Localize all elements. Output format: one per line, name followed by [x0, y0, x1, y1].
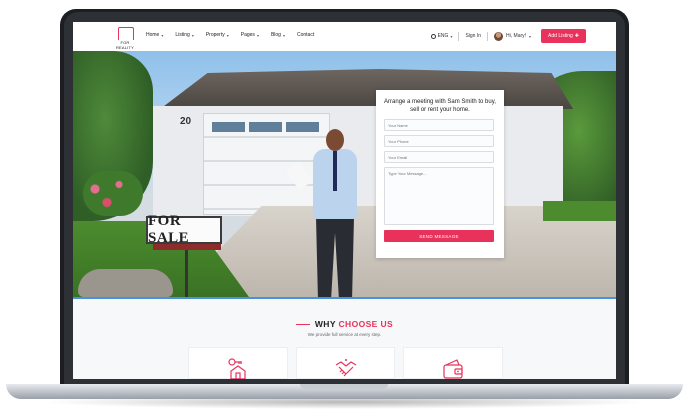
send-message-button[interactable]: SEND MESSAGE: [384, 230, 494, 242]
language-selector[interactable]: ENG ▾: [430, 33, 453, 39]
wallet-icon: [443, 359, 463, 379]
form-title: Arrange a meeting with Sam Smith to buy,…: [384, 99, 496, 113]
chevron-down-icon: ▾: [191, 32, 194, 38]
house-number: 20: [180, 116, 192, 127]
menu-label: Contact: [296, 32, 315, 38]
why-choose-us-section: WHY CHOOSE US We provide full service at…: [73, 299, 616, 379]
feature-card: [295, 347, 396, 379]
title-accent: CHOOSE US: [338, 319, 394, 329]
feature-cards: [188, 347, 504, 379]
feature-card: [188, 347, 288, 379]
add-listing-label: Add Listing: [548, 33, 573, 39]
chevron-down-icon: ▾: [529, 33, 532, 39]
agent-head: [326, 129, 344, 151]
chevron-down-icon: ▾: [226, 32, 229, 38]
add-listing-button[interactable]: Add Listing ✚: [541, 29, 586, 43]
menu-label: Pages: [240, 32, 255, 38]
house-roof: [160, 69, 573, 109]
house-key-icon: [228, 358, 246, 379]
menu-item-property[interactable]: Property ▾: [206, 32, 229, 38]
chevron-down-icon: ▾: [161, 32, 164, 38]
language-label: ENG: [437, 33, 449, 39]
laptop-notch: [300, 384, 388, 389]
house-logo-icon: [118, 27, 134, 40]
plus-icon: ✚: [574, 33, 579, 39]
handshake-icon: [335, 359, 356, 377]
top-navigation: FOR REALITY Home ▾ Listing ▾ Property ▾ Pag…: [73, 22, 616, 51]
menu-label: Listing: [175, 32, 190, 38]
menu-item-blog[interactable]: Blog ▾: [271, 32, 285, 38]
section-title: WHY CHOOSE US: [73, 319, 616, 329]
menu-item-pages[interactable]: Pages ▾: [241, 32, 259, 38]
menu-label: Home: [146, 32, 160, 38]
nav-divider: [458, 31, 460, 41]
sign-rider: [153, 244, 221, 250]
phone-input[interactable]: [384, 135, 494, 147]
chevron-down-icon: ▾: [282, 32, 285, 38]
chevron-down-icon: ▾: [450, 33, 453, 39]
feature-card: [403, 347, 504, 379]
avatar: [494, 31, 504, 41]
sign-post: [185, 250, 188, 297]
nav-actions: ENG ▾ Sign In Hi, Mary! ▾ Add Listing ✚: [430, 28, 616, 44]
contact-form: Arrange a meeting with Sam Smith to buy,…: [376, 90, 504, 258]
agent-pants: [316, 217, 354, 297]
hero-banner: 20 FOR SALE Arrange a meeting with Sam S…: [73, 51, 616, 297]
agent-tie: [333, 151, 337, 191]
menu-item-home[interactable]: Home ▾: [146, 32, 163, 38]
chevron-down-icon: ▾: [256, 32, 259, 38]
sign-in-link[interactable]: Sign In: [465, 33, 481, 39]
brand-name: FOR REALITY: [115, 40, 135, 50]
menu-label: Property: [205, 32, 225, 38]
menu-label: Blog: [270, 32, 281, 38]
agent-photo: [285, 129, 371, 297]
laptop-screen: FOR REALITY Home ▾ Listing ▾ Property ▾ Pag…: [73, 22, 616, 379]
menu-item-contact[interactable]: Contact: [297, 32, 314, 38]
globe-icon: [430, 33, 436, 39]
menu-item-listing[interactable]: Listing ▾: [175, 32, 193, 38]
main-menu: Home ▾ Listing ▾ Property ▾ Pages ▾ Blog ▾ Co…: [146, 32, 326, 38]
title-prefix: WHY: [314, 319, 336, 329]
title-dash: [295, 324, 310, 326]
garden-rock: [78, 269, 173, 297]
nav-divider: [487, 31, 489, 41]
lawn-right: [543, 201, 616, 221]
user-menu[interactable]: Hi, Mary! ▾: [494, 31, 532, 41]
email-input[interactable]: [384, 151, 494, 163]
name-input[interactable]: [384, 119, 494, 131]
flower-bush: [83, 171, 143, 216]
user-greeting: Hi, Mary!: [506, 33, 527, 39]
section-subtitle: We provide full service at every step.: [307, 332, 382, 337]
site-logo[interactable]: FOR REALITY: [113, 27, 137, 50]
message-textarea[interactable]: [384, 167, 494, 225]
for-sale-sign: FOR SALE: [146, 213, 222, 246]
